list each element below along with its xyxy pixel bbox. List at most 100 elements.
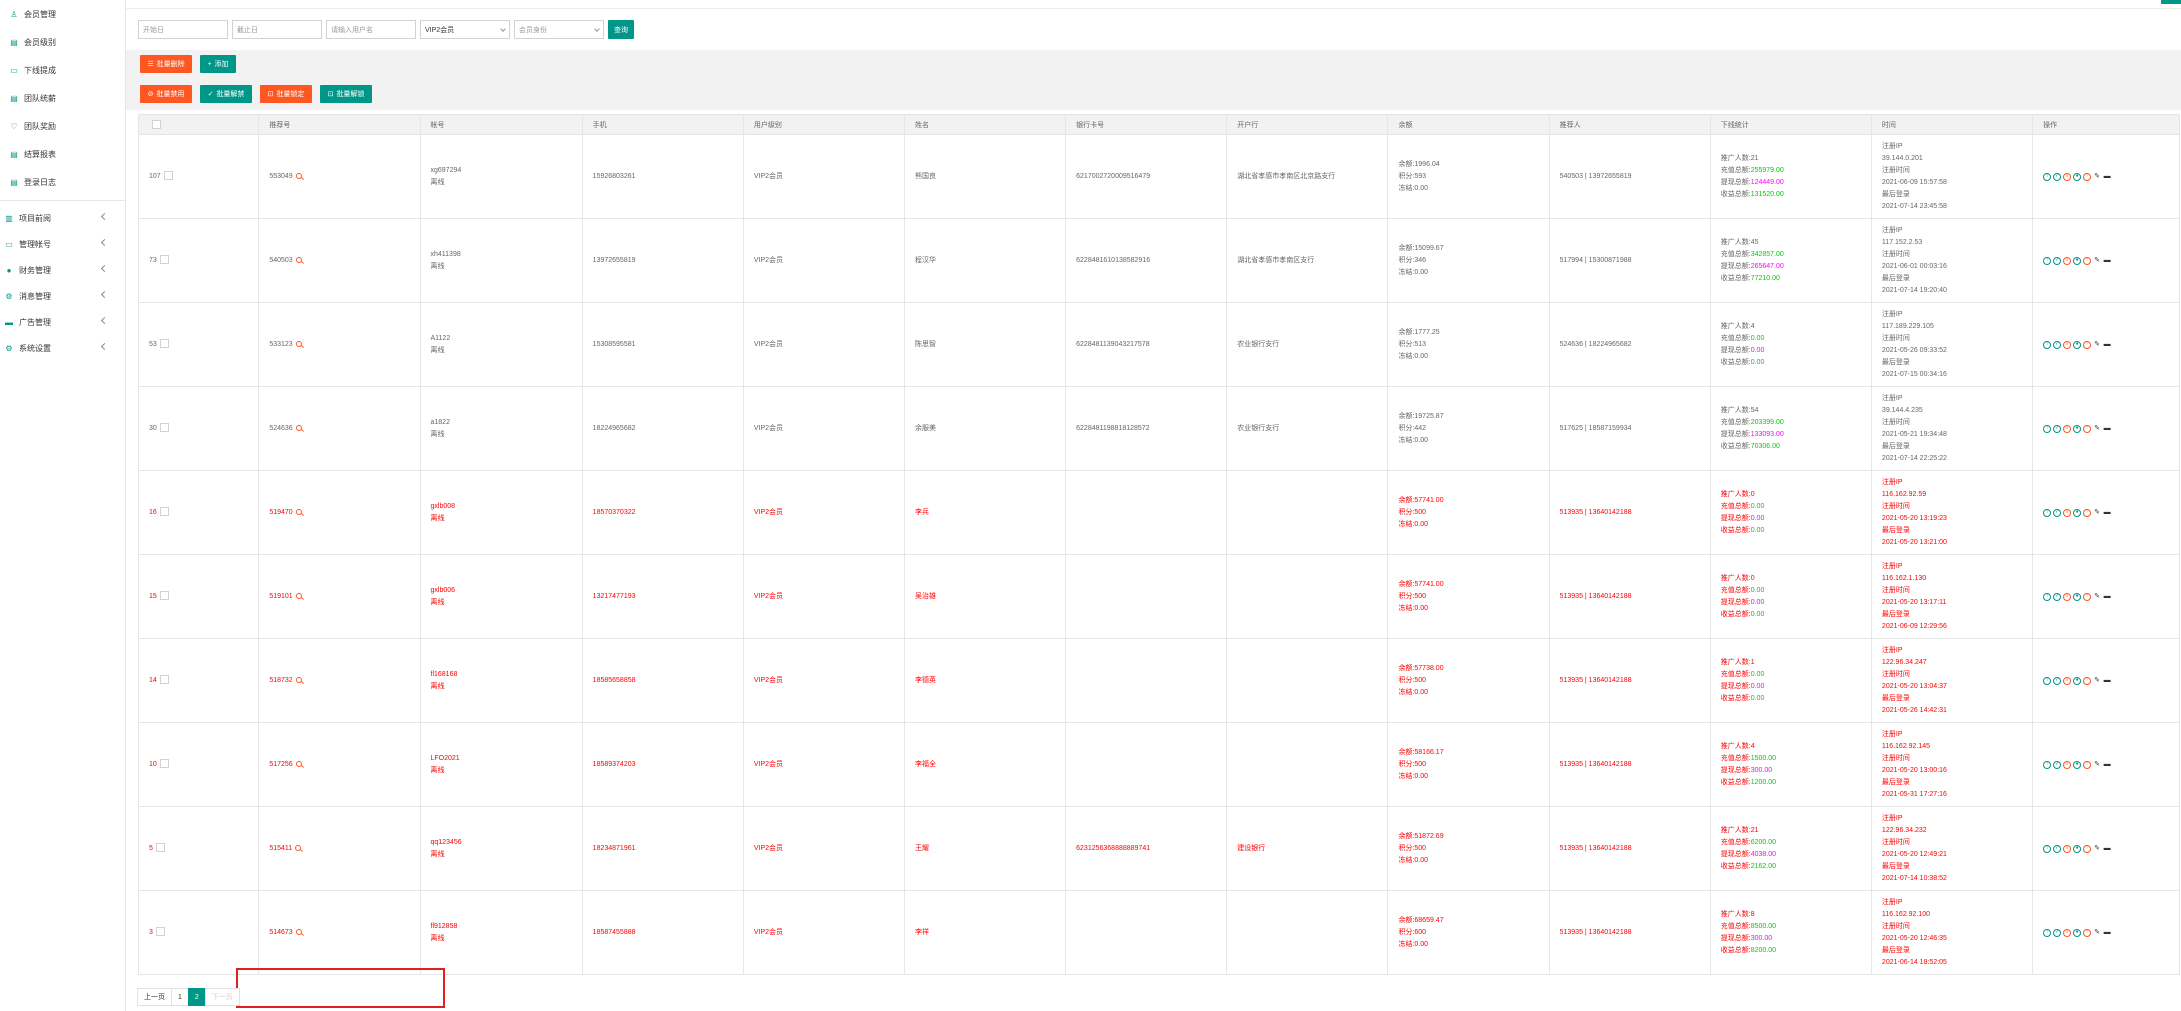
prev-page-button[interactable]: 上一页 — [137, 988, 172, 1006]
edit-icon[interactable]: ✎ — [2093, 593, 2101, 601]
row-checkbox[interactable] — [155, 927, 165, 937]
search-icon[interactable]: ⌕ — [2063, 592, 2072, 601]
up-arrow-icon[interactable]: ↑ — [2043, 424, 2052, 433]
delete-icon[interactable]: ▬ — [2103, 509, 2111, 517]
search-icon[interactable] — [295, 676, 302, 683]
row-checkbox[interactable] — [159, 255, 169, 265]
info-icon[interactable]: ! — [2083, 256, 2092, 265]
batch-lock-button[interactable]: ⊡ 批量锁定 — [260, 85, 312, 103]
page-2-button[interactable]: 2 — [187, 988, 206, 1006]
check-icon[interactable]: ✓ — [2053, 928, 2062, 937]
search-icon[interactable]: ⌕ — [2063, 760, 2072, 769]
sidebar-item-3[interactable]: ▤ 团队统薪 — [0, 84, 125, 112]
check-icon[interactable]: ✓ — [2053, 760, 2062, 769]
delete-icon[interactable]: ▬ — [2103, 761, 2111, 769]
search-icon[interactable] — [295, 928, 302, 935]
edit-icon[interactable]: ✎ — [2093, 845, 2101, 853]
sidebar-item-1[interactable]: ▤ 会员级别 — [0, 28, 125, 56]
lock-icon[interactable]: ● — [2073, 508, 2082, 517]
row-checkbox[interactable] — [159, 339, 169, 349]
chevron-left-icon[interactable] — [100, 238, 109, 247]
up-arrow-icon[interactable]: ↑ — [2043, 592, 2052, 601]
lock-icon[interactable]: ● — [2073, 172, 2082, 181]
up-arrow-icon[interactable]: ↑ — [2043, 760, 2052, 769]
row-checkbox[interactable] — [159, 759, 169, 769]
level-select[interactable]: VIP2会员 — [420, 20, 510, 39]
row-checkbox[interactable] — [159, 675, 169, 685]
check-icon[interactable]: ✓ — [2053, 172, 2062, 181]
up-arrow-icon[interactable]: ↑ — [2043, 256, 2052, 265]
corner-tab[interactable] — [2161, 0, 2181, 4]
batch-disable-button[interactable]: ⊘ 批量禁用 — [140, 85, 192, 103]
delete-icon[interactable]: ▬ — [2103, 425, 2111, 433]
delete-icon[interactable]: ▬ — [2103, 257, 2111, 265]
info-icon[interactable]: ! — [2083, 592, 2092, 601]
sidebar-group-4[interactable]: ▬ 广告管理 — [0, 309, 125, 335]
check-icon[interactable]: ✓ — [2053, 256, 2062, 265]
chevron-left-icon[interactable] — [100, 316, 109, 325]
up-arrow-icon[interactable]: ↑ — [2043, 172, 2052, 181]
username-input[interactable]: 请输入用户名 — [326, 20, 416, 39]
info-icon[interactable]: ! — [2083, 508, 2092, 517]
delete-icon[interactable]: ▬ — [2103, 173, 2111, 181]
delete-icon[interactable]: ▬ — [2103, 845, 2111, 853]
next-page-button[interactable]: 下一页 — [204, 988, 240, 1006]
search-icon[interactable] — [295, 592, 302, 599]
search-icon[interactable]: ⌕ — [2063, 424, 2072, 433]
lock-icon[interactable]: ● — [2073, 760, 2082, 769]
add-button[interactable]: + 添加 — [200, 55, 236, 73]
check-icon[interactable]: ✓ — [2053, 676, 2062, 685]
search-icon[interactable]: ⌕ — [2063, 172, 2072, 181]
edit-icon[interactable]: ✎ — [2093, 425, 2101, 433]
search-icon[interactable]: ⌕ — [2063, 256, 2072, 265]
row-checkbox[interactable] — [159, 507, 169, 517]
check-icon[interactable]: ✓ — [2053, 340, 2062, 349]
sidebar-group-2[interactable]: ● 财务管理 — [0, 257, 125, 283]
delete-icon[interactable]: ▬ — [2103, 677, 2111, 685]
sidebar-item-0[interactable]: ♙ 会员管理 — [0, 0, 125, 28]
info-icon[interactable]: ! — [2083, 340, 2092, 349]
edit-icon[interactable]: ✎ — [2093, 929, 2101, 937]
search-icon[interactable] — [295, 760, 302, 767]
sidebar-group-3[interactable]: ⚙ 消息管理 — [0, 283, 125, 309]
lock-icon[interactable]: ● — [2073, 844, 2082, 853]
chevron-left-icon[interactable] — [100, 290, 109, 299]
page-1-button[interactable]: 1 — [171, 988, 189, 1006]
delete-icon[interactable]: ▬ — [2103, 593, 2111, 601]
check-icon[interactable]: ✓ — [2053, 844, 2062, 853]
up-arrow-icon[interactable]: ↑ — [2043, 508, 2052, 517]
row-checkbox[interactable] — [159, 591, 169, 601]
sidebar-item-5[interactable]: ▤ 结算报表 — [0, 140, 125, 168]
row-checkbox[interactable] — [163, 171, 173, 181]
query-button[interactable]: 查询 — [608, 20, 634, 39]
sidebar-item-2[interactable]: ▭ 下线提成 — [0, 56, 125, 84]
chevron-left-icon[interactable] — [100, 212, 109, 221]
end-date-input[interactable]: 截止日 — [232, 20, 322, 39]
up-arrow-icon[interactable]: ↑ — [2043, 844, 2052, 853]
edit-icon[interactable]: ✎ — [2093, 761, 2101, 769]
lock-icon[interactable]: ● — [2073, 592, 2082, 601]
batch-enable-button[interactable]: ✓ 批量解禁 — [200, 85, 252, 103]
search-icon[interactable]: ⌕ — [2063, 844, 2072, 853]
check-icon[interactable]: ✓ — [2053, 592, 2062, 601]
search-icon[interactable] — [295, 172, 302, 179]
check-icon[interactable]: ✓ — [2053, 508, 2062, 517]
lock-icon[interactable]: ● — [2073, 424, 2082, 433]
sidebar-group-1[interactable]: ▭ 管理帐号 — [0, 231, 125, 257]
lock-icon[interactable]: ● — [2073, 256, 2082, 265]
delete-icon[interactable]: ▬ — [2103, 929, 2111, 937]
batch-delete-button[interactable]: ☰ 批量删除 — [140, 55, 192, 73]
search-icon[interactable]: ⌕ — [2063, 340, 2072, 349]
row-checkbox[interactable] — [159, 423, 169, 433]
edit-icon[interactable]: ✎ — [2093, 257, 2101, 265]
search-icon[interactable] — [295, 256, 302, 263]
chevron-left-icon[interactable] — [100, 264, 109, 273]
delete-icon[interactable]: ▬ — [2103, 341, 2111, 349]
info-icon[interactable]: ! — [2083, 172, 2092, 181]
lock-icon[interactable]: ● — [2073, 928, 2082, 937]
up-arrow-icon[interactable]: ↑ — [2043, 340, 2052, 349]
edit-icon[interactable]: ✎ — [2093, 173, 2101, 181]
sidebar-group-5[interactable]: ⚙ 系统设置 — [0, 335, 125, 361]
start-date-input[interactable]: 开始日 — [138, 20, 228, 39]
search-icon[interactable] — [295, 340, 302, 347]
